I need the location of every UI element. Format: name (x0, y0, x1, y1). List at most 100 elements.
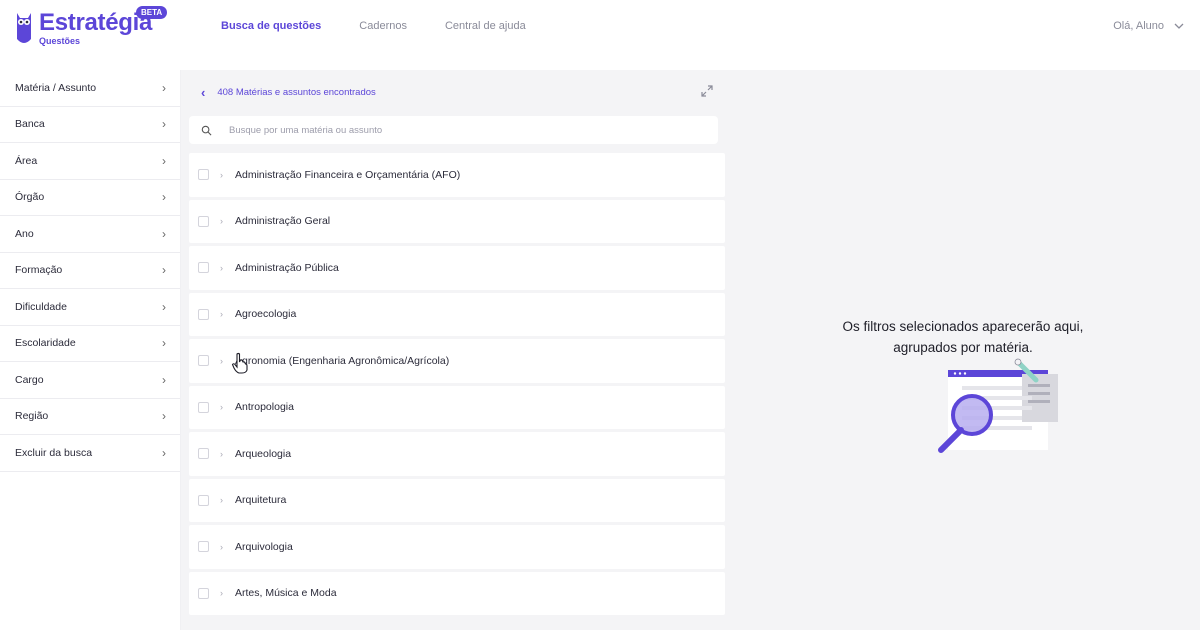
chevron-right-icon: › (162, 190, 166, 205)
main-nav: Busca de questões Cadernos Central de aj… (221, 20, 564, 32)
nav-cadernos[interactable]: Cadernos (359, 20, 407, 32)
list-item[interactable]: › Arquitetura (189, 478, 725, 522)
user-greeting: Olá, Aluno (1113, 20, 1164, 32)
checkbox[interactable] (198, 308, 209, 320)
filter-regiao[interactable]: Região › (0, 399, 180, 435)
chevron-right-icon[interactable]: › (220, 263, 223, 273)
checkbox[interactable] (198, 587, 209, 599)
filter-label: Matéria / Assunto (15, 81, 97, 94)
empty-state-line-2: agrupados por matéria. (893, 340, 1033, 355)
filter-label: Excluir da busca (15, 446, 93, 459)
checkbox[interactable] (198, 401, 209, 413)
list-item[interactable]: › Artes, Música e Moda (189, 571, 725, 615)
filter-cargo[interactable]: Cargo › (0, 362, 180, 399)
filter-dificuldade[interactable]: Dificuldade › (0, 289, 180, 326)
chevron-down-icon (1174, 23, 1184, 29)
filter-formacao[interactable]: Formação › (0, 253, 180, 289)
chevron-right-icon[interactable]: › (220, 588, 223, 598)
filter-banca[interactable]: Banca › (0, 107, 180, 143)
brand-subtitle: Questões (39, 36, 81, 46)
list-item[interactable]: › Agroecologia (189, 292, 725, 336)
filter-label: Ano (15, 227, 34, 240)
chevron-right-icon[interactable]: › (220, 495, 223, 505)
filter-label: Órgão (15, 191, 45, 204)
filter-label: Região (15, 410, 49, 423)
subject-label: Antropologia (235, 401, 294, 414)
filter-label: Dificuldade (15, 300, 67, 313)
chevron-left-icon[interactable]: ‹ (201, 85, 205, 100)
chevron-right-icon[interactable]: › (220, 170, 223, 180)
filter-label: Banca (15, 118, 45, 131)
chevron-right-icon: › (162, 226, 166, 241)
subject-label: Artes, Música e Moda (235, 587, 337, 600)
filter-escolaridade[interactable]: Escolaridade › (0, 326, 180, 362)
chevron-right-icon: › (162, 445, 166, 460)
top-header: Estratégia Questões BETA Busca de questõ… (0, 0, 1200, 62)
owl-logo-icon (17, 13, 31, 43)
subject-label: Agroecologia (235, 308, 297, 321)
subject-label: Administração Financeira e Orçamentária … (235, 168, 461, 181)
subject-search-bar (189, 116, 718, 144)
subject-panel-header: ‹ 408 Matérias e assuntos encontrados (181, 70, 726, 114)
magnifier-document-illustration (938, 358, 1058, 453)
filter-area[interactable]: Área › (0, 143, 180, 180)
filter-label: Área (15, 154, 38, 167)
checkbox[interactable] (198, 169, 209, 181)
selected-filters-panel: Os filtros selecionados aparecerão aqui,… (726, 70, 1200, 630)
subject-label: Arquitetura (235, 494, 287, 507)
chevron-right-icon: › (162, 153, 166, 168)
filter-label: Escolaridade (15, 337, 76, 350)
subject-label: Arquivologia (235, 540, 293, 553)
filter-materia-assunto[interactable]: Matéria / Assunto › (0, 70, 180, 107)
filter-label: Formação (15, 264, 63, 277)
chevron-right-icon[interactable]: › (220, 356, 223, 366)
checkbox[interactable] (198, 262, 209, 274)
subject-label: Agronomia (Engenharia Agronômica/Agrícol… (235, 354, 450, 367)
chevron-right-icon: › (162, 263, 166, 278)
subject-label: Administração Pública (235, 261, 339, 274)
chevron-right-icon[interactable]: › (220, 216, 223, 226)
list-item[interactable]: › Agronomia (Engenharia Agronômica/Agríco… (189, 339, 725, 383)
chevron-right-icon: › (162, 372, 166, 387)
chevron-right-icon[interactable]: › (220, 449, 223, 459)
list-item[interactable]: › Administração Pública (189, 246, 725, 290)
chevron-right-icon: › (162, 336, 166, 351)
chevron-right-icon: › (162, 80, 166, 95)
results-count: 408 Matérias e assuntos encontrados (217, 86, 376, 98)
chevron-right-icon[interactable]: › (220, 402, 223, 412)
brand-logo[interactable]: Estratégia Questões (14, 8, 152, 47)
beta-badge: BETA (136, 6, 168, 19)
list-item[interactable]: › Administração Financeira e Orçamentária… (189, 153, 725, 197)
empty-state-line-1: Os filtros selecionados aparecerão aqui, (842, 319, 1084, 334)
filter-sidebar: Matéria / Assunto › Banca › Área › Órgão › A… (0, 70, 181, 630)
chevron-right-icon: › (162, 299, 166, 314)
chevron-right-icon[interactable]: › (220, 309, 223, 319)
filter-ano[interactable]: Ano › (0, 216, 180, 253)
checkbox[interactable] (198, 448, 209, 460)
list-item[interactable]: › Antropologia (189, 385, 725, 429)
subject-search-input[interactable] (229, 124, 629, 136)
subject-list: › Administração Financeira e Orçamentária… (181, 153, 726, 615)
hand-cursor-icon (231, 352, 248, 374)
filter-label: Cargo (15, 373, 44, 386)
expand-icon[interactable] (700, 84, 714, 98)
checkbox[interactable] (198, 494, 209, 506)
subject-panel: ‹ 408 Matérias e assuntos encontrados › A… (181, 70, 726, 630)
filter-excluir-da-busca[interactable]: Excluir da busca › (0, 435, 180, 472)
checkbox[interactable] (198, 541, 209, 553)
empty-state-message: Os filtros selecionados aparecerão aqui,… (726, 316, 1200, 358)
nav-central-de-ajuda[interactable]: Central de ajuda (445, 20, 526, 32)
subject-label: Administração Geral (235, 215, 331, 228)
user-menu[interactable]: Olá, Aluno (1113, 20, 1184, 32)
list-item[interactable]: › Administração Geral (189, 199, 725, 243)
filter-orgao[interactable]: Órgão › (0, 180, 180, 216)
list-item[interactable]: › Arqueologia (189, 432, 725, 476)
checkbox[interactable] (198, 355, 209, 367)
chevron-right-icon: › (162, 409, 166, 424)
subject-label: Arqueologia (235, 447, 292, 460)
chevron-right-icon: › (162, 117, 166, 132)
checkbox[interactable] (198, 215, 209, 227)
list-item[interactable]: › Arquivologia (189, 525, 725, 569)
chevron-right-icon[interactable]: › (220, 542, 223, 552)
nav-busca-de-questoes[interactable]: Busca de questões (221, 20, 321, 32)
